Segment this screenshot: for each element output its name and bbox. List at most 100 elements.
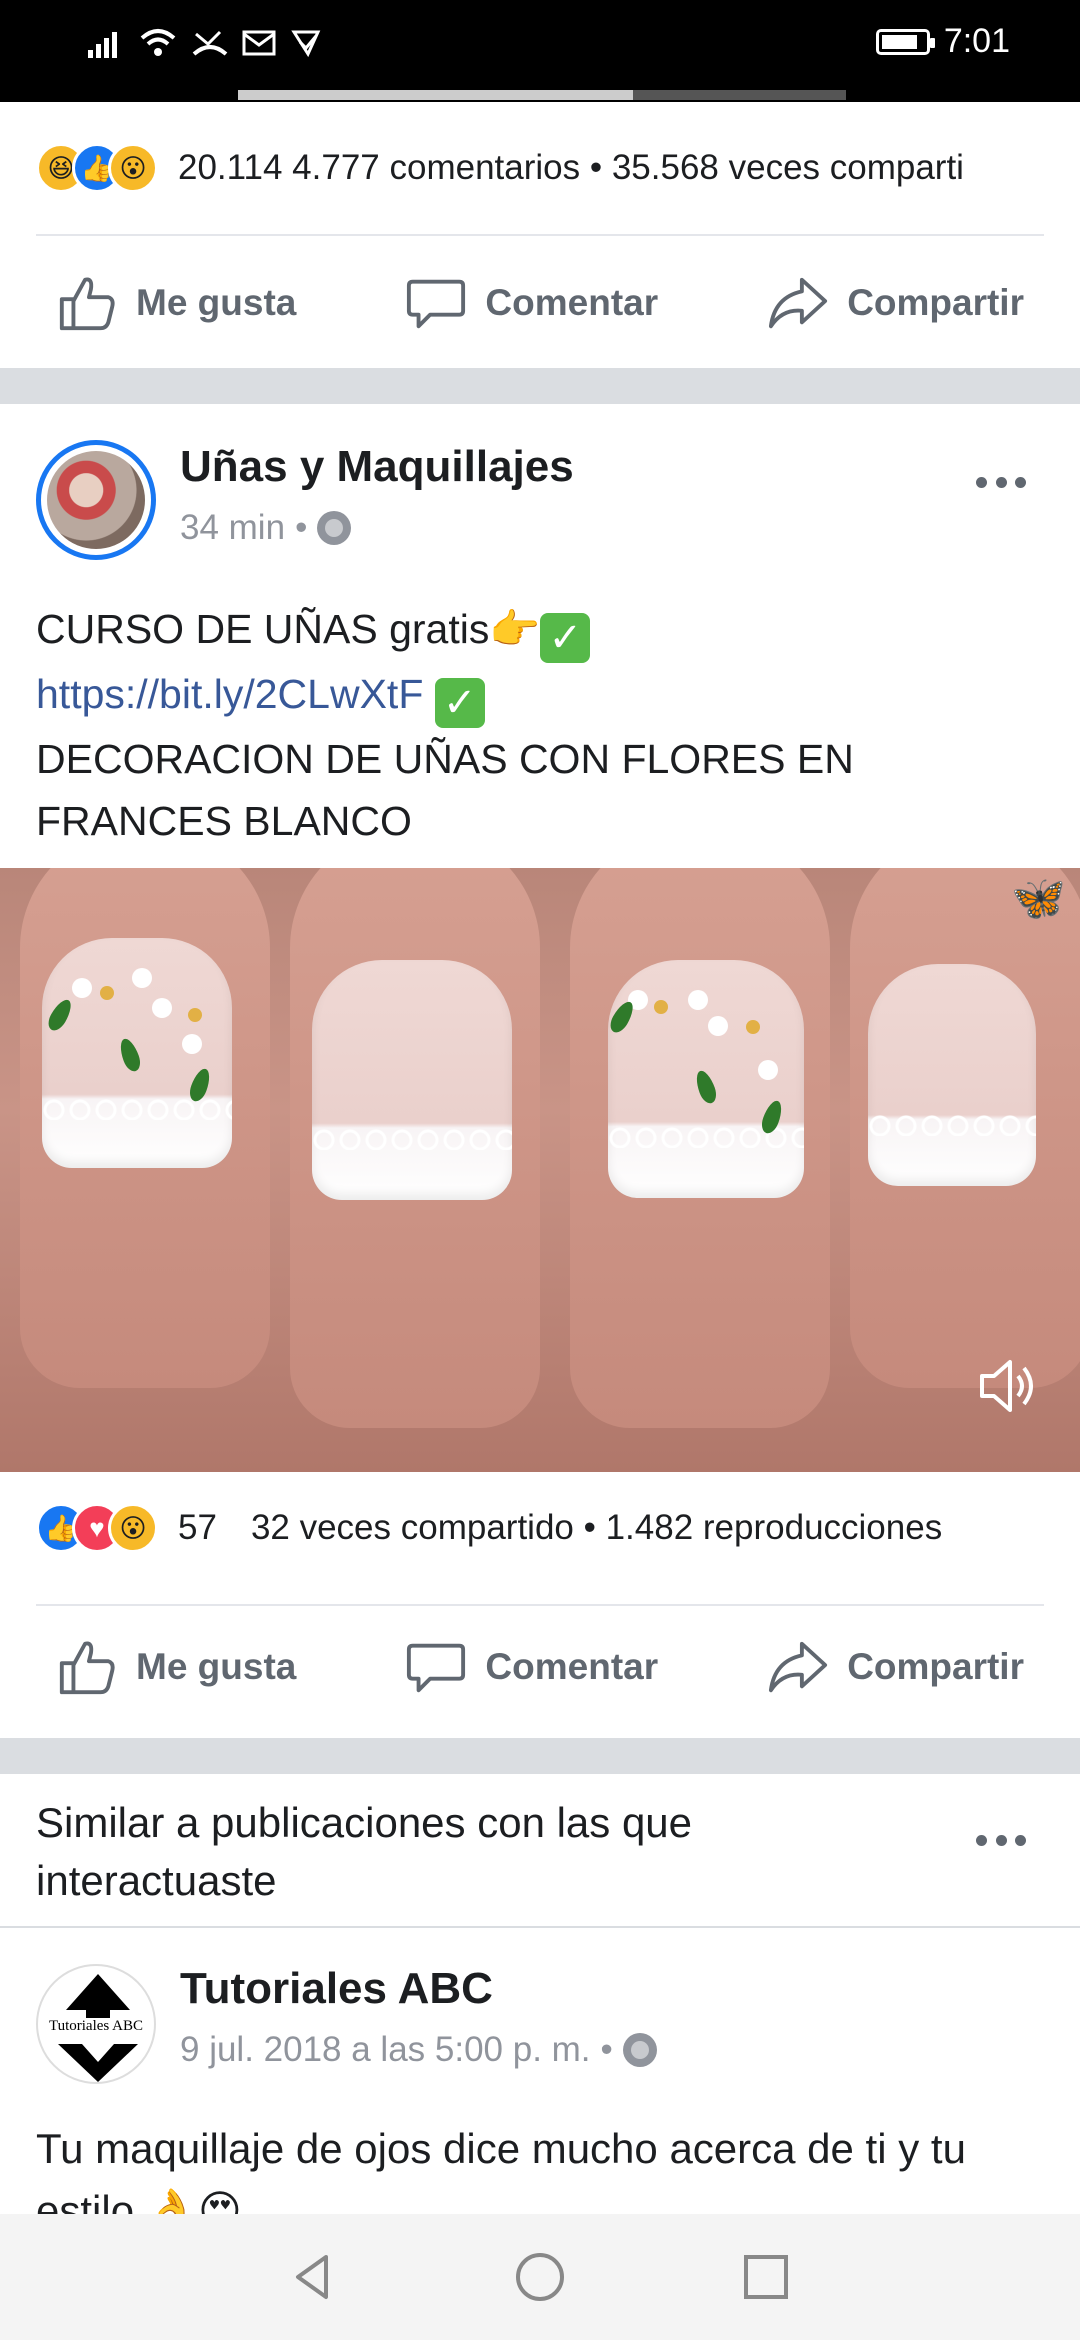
post-video[interactable]: 🦋 <box>0 868 1080 1472</box>
comment-icon <box>407 279 466 329</box>
avatar-image <box>47 451 145 549</box>
meta-separator: • <box>295 508 308 547</box>
flower-center <box>654 1000 668 1014</box>
post-text-course: CURSO DE UÑAS gratis <box>36 606 490 652</box>
more-options-icon[interactable] <box>976 472 1026 492</box>
comment-label: Comentar <box>485 1646 659 1687</box>
post-text: CURSO DE UÑAS gratis👉 ✓ https://bit.ly/2C… <box>36 598 1046 852</box>
page-avatar[interactable] <box>36 440 156 560</box>
signal-icon <box>88 32 117 58</box>
post-meta: 34 min • <box>180 508 352 548</box>
comment-icon <box>407 1643 466 1693</box>
battery-icon <box>875 28 935 55</box>
previous-post-footer: 😆 👍 😮 20.114 4.777 comentarios • 35.568 … <box>0 102 1080 368</box>
share-icon <box>769 1641 828 1693</box>
butterfly-watermark-icon: 🦋 <box>1011 874 1066 923</box>
flower-decoration <box>758 1060 778 1080</box>
post-time[interactable]: 34 min <box>180 508 285 548</box>
reaction-icons: 😆 👍 😮 <box>36 143 158 193</box>
leaf-decoration <box>44 996 76 1034</box>
like-label: Me gusta <box>136 1646 297 1687</box>
check-mark-icon: ✓ <box>540 613 591 663</box>
flower-decoration <box>132 968 152 988</box>
status-icons <box>86 28 322 58</box>
post-text: Tu maquillaje de ojos dice mucho acerca … <box>36 2125 966 2214</box>
leaf-decoration <box>692 1068 720 1106</box>
status-bar: 7:01 <box>0 0 1080 102</box>
mail-icon <box>242 30 276 56</box>
post-unas-maquillajes: Uñas y Maquillajes 34 min • CURSO DE UÑA… <box>0 404 1080 1738</box>
volume-icon[interactable] <box>976 1354 1040 1418</box>
page-name[interactable]: Uñas y Maquillajes <box>180 442 574 492</box>
lace-pattern <box>42 1098 232 1120</box>
pointing-emoji: 👉 <box>489 605 541 653</box>
flower-center <box>746 1020 760 1034</box>
back-icon[interactable] <box>286 2249 342 2305</box>
page-avatar[interactable]: Tutoriales ABC <box>36 1964 156 2084</box>
nail-3 <box>606 960 804 1198</box>
thumbs-up-icon <box>59 1641 115 1695</box>
recents-icon[interactable] <box>738 2249 794 2305</box>
divider <box>36 1604 1044 1606</box>
flower-decoration <box>182 1034 202 1054</box>
more-options-icon[interactable] <box>976 1830 1026 1850</box>
comment-button[interactable]: Comentar <box>405 1636 658 1698</box>
home-icon[interactable] <box>512 2249 568 2305</box>
globe-icon <box>317 511 352 545</box>
like-button[interactable]: Me gusta <box>56 272 296 334</box>
post-actions: Me gusta Comentar Compartir <box>0 248 1080 358</box>
nail-2 <box>312 960 512 1200</box>
post-stats[interactable]: 32 veces compartido • 1.482 reproduccion… <box>251 1508 942 1548</box>
wow-reaction-icon: 😮 <box>108 143 158 193</box>
status-right: 7:01 <box>875 22 1010 61</box>
flower-center <box>100 986 114 1000</box>
video-progress-bar[interactable] <box>238 90 846 100</box>
reaction-icons: 👍 ♥ 😮 <box>36 1503 158 1553</box>
page-name[interactable]: Tutoriales ABC <box>180 1964 493 2014</box>
abc-logo-label: Tutoriales ABC <box>48 2018 144 2034</box>
comment-button[interactable]: Comentar <box>405 272 658 334</box>
leaf-decoration <box>116 1036 144 1074</box>
flower-center <box>188 1008 202 1022</box>
check-mark-icon: ✓ <box>434 678 485 728</box>
thumbs-up-icon <box>59 277 115 331</box>
post-actions: Me gusta Comentar Compartir <box>0 1612 1080 1722</box>
reactions-summary-text: 20.114 4.777 comentarios • 35.568 veces … <box>178 148 964 187</box>
android-nav-bar <box>0 2214 1080 2340</box>
similar-posts-header: Similar a publicaciones con las que inte… <box>0 1774 1080 1926</box>
flower-decoration <box>72 978 92 998</box>
flower-decoration <box>152 998 172 1018</box>
divider <box>36 234 1044 236</box>
share-button[interactable]: Compartir <box>767 272 1024 334</box>
missed-call-icon <box>192 30 228 56</box>
status-time: 7:01 <box>943 22 1010 60</box>
reactions-summary[interactable]: 😆 👍 😮 20.114 4.777 comentarios • 35.568 … <box>36 138 964 198</box>
post-meta: 9 jul. 2018 a las 5:00 p. m. • <box>180 2030 657 2070</box>
share-label: Compartir <box>847 282 1024 323</box>
like-label: Me gusta <box>136 282 297 323</box>
meta-separator: • <box>600 2030 613 2069</box>
share-icon <box>769 277 828 329</box>
post-text-line3: DECORACION DE UÑAS CON FLORES EN FRANCES… <box>36 736 854 844</box>
post-date[interactable]: 9 jul. 2018 a las 5:00 p. m. <box>180 2030 591 2070</box>
lace-pattern <box>312 1128 512 1150</box>
share-button[interactable]: Compartir <box>767 1636 1024 1698</box>
share-label: Compartir <box>847 1646 1024 1687</box>
nail-1 <box>42 938 232 1168</box>
post-tutoriales-abc: Tutoriales ABC Tutoriales ABC 9 jul. 201… <box>0 1928 1080 2214</box>
post-link[interactable]: https://bit.ly/2CLwXtF <box>36 671 423 717</box>
nail-4 <box>868 964 1036 1186</box>
globe-icon <box>622 2033 657 2067</box>
post-text-line1: CURSO DE UÑAS gratis👉 ✓ <box>36 598 1046 663</box>
flower-decoration <box>688 990 708 1010</box>
post-text-line2: https://bit.ly/2CLwXtF ✓ <box>36 663 1046 728</box>
wow-reaction-icon: 😮 <box>108 1503 158 1553</box>
flower-decoration <box>708 1016 728 1036</box>
like-button[interactable]: Me gusta <box>56 1636 296 1698</box>
lace-pattern <box>868 1114 1036 1136</box>
comment-label: Comentar <box>485 282 659 323</box>
reaction-count: 57 <box>178 1508 217 1547</box>
wifi-icon <box>140 29 176 56</box>
reactions-summary[interactable]: 👍 ♥ 😮 57 32 veces compartido • 1.482 rep… <box>36 1498 942 1558</box>
similar-title: Similar a publicaciones con las que inte… <box>36 1799 693 1904</box>
